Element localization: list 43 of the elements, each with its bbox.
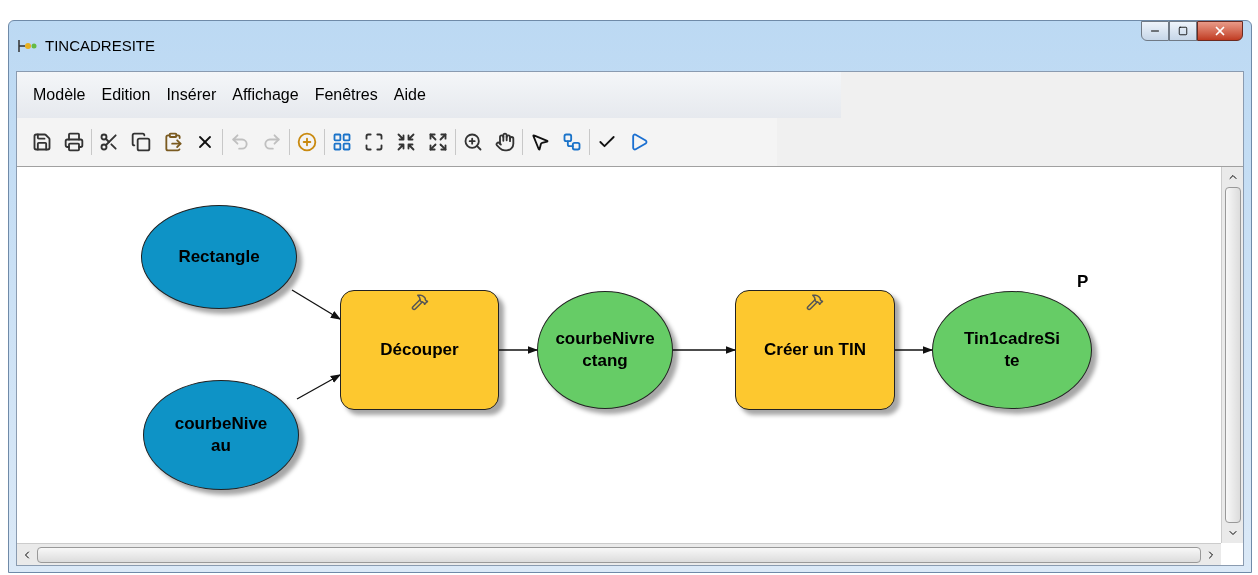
undo-icon	[230, 132, 250, 152]
redo-icon	[262, 132, 282, 152]
vertical-scrollbar[interactable]	[1221, 167, 1243, 543]
close-button[interactable]	[1197, 21, 1243, 41]
add-data-icon	[297, 132, 317, 152]
menu-item[interactable]: Modèle	[25, 83, 94, 107]
paste-icon	[163, 132, 183, 152]
menu-item[interactable]: Insérer	[158, 83, 225, 107]
node-label: courbeNivre ctang	[555, 328, 655, 372]
shrink-icon	[396, 132, 416, 152]
menu-item[interactable]: Aide	[385, 83, 434, 107]
cut-icon	[99, 132, 119, 152]
copy-icon	[131, 132, 151, 152]
scroll-thumb[interactable]	[37, 546, 1201, 563]
hammer-icon	[806, 293, 824, 311]
node-label: Tin1cadreSi te	[963, 328, 1061, 372]
close-icon	[1213, 24, 1227, 38]
menu-item[interactable]: Fenêtres	[306, 83, 386, 107]
expand-icon	[428, 132, 448, 152]
hammer-icon	[410, 293, 429, 311]
maximize-icon	[1178, 26, 1188, 36]
full-extent-icon	[364, 132, 384, 152]
menu-item[interactable]: Affichage	[224, 83, 307, 107]
parameter-marker: P	[1077, 271, 1089, 293]
maximize-button[interactable]	[1169, 21, 1197, 41]
select-icon	[530, 132, 550, 152]
auto-layout-icon	[332, 132, 352, 152]
horizontal-scrollbar[interactable]	[17, 543, 1221, 565]
print-icon	[64, 132, 84, 152]
node-label: Rectangle	[178, 246, 260, 268]
menu-item[interactable]: Edition	[93, 83, 159, 107]
node-label: Créer un TIN	[764, 339, 866, 361]
run-icon	[629, 132, 649, 152]
save-icon	[32, 132, 52, 152]
node-label: Découper	[380, 339, 459, 361]
minimize-button[interactable]	[1141, 21, 1169, 41]
window-title: TINCADRESITE	[45, 35, 155, 56]
model-icon	[17, 38, 37, 54]
scroll-thumb[interactable]	[1224, 187, 1241, 523]
zoom-in-icon	[463, 132, 483, 152]
pan-icon	[495, 132, 515, 152]
node-label: courbeNive au	[174, 413, 268, 457]
connect-icon	[562, 132, 582, 152]
